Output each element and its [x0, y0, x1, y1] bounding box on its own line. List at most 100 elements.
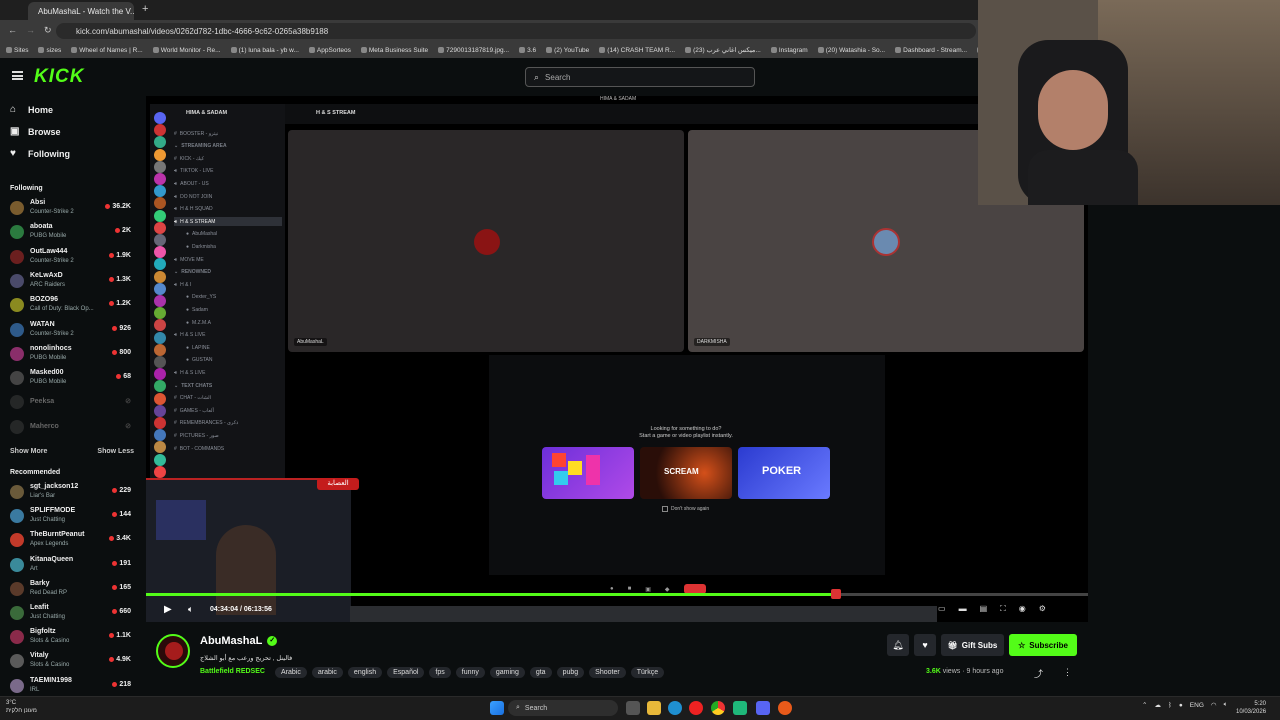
discord-channel-user[interactable]: ● Darkmisha — [174, 242, 282, 251]
recommended-channel[interactable]: SPLIFFMODE Just Chatting 144 — [10, 506, 134, 528]
url-field[interactable]: kick.com/abumashal/videos/0262d782-1dbc-… — [56, 23, 976, 39]
discord-channel-voice[interactable]: 🔊︎ ABOUT - US — [174, 179, 282, 188]
discord-channel-active[interactable]: 🔊︎ H & S STREAM — [174, 217, 282, 227]
activity-card-blocks[interactable] — [542, 447, 634, 499]
new-tab-button[interactable]: + — [142, 3, 148, 15]
streamer-name[interactable]: AbuMashaL ✓ — [200, 635, 278, 647]
following-channel[interactable]: OutLaw444 Counter-Strike 2 1.9K — [10, 247, 134, 269]
tag-pill[interactable]: fps — [429, 667, 451, 678]
recommended-channel[interactable]: Vitaly Slots & Casino 4.9K — [10, 651, 134, 673]
discord-icon[interactable] — [756, 701, 770, 715]
activity-icon[interactable]: ◆ — [665, 586, 670, 593]
weather-widget[interactable]: 3°C מעונן חלקית — [6, 699, 37, 715]
dont-show-checkbox[interactable]: Don't show again — [662, 506, 709, 512]
tag-pill[interactable]: funny — [455, 667, 485, 678]
tag-pill[interactable]: gta — [529, 667, 552, 678]
show-more-button[interactable]: Show More — [10, 448, 47, 455]
stream-category[interactable]: Battlefield REDSEC — [200, 668, 265, 675]
discord-channel-voice[interactable]: 🔊︎ H & H SQUAD — [174, 205, 282, 214]
recommended-channel[interactable]: Bigfoltz Slots & Casino 1.1K — [10, 627, 134, 649]
bookmark-item[interactable]: (14) CRASH TEAM R... — [599, 47, 675, 54]
follow-button[interactable]: ♥ — [914, 634, 936, 656]
search-input[interactable]: ⌕ Search — [525, 67, 755, 87]
video-tile-left[interactable]: AbuMashaL — [288, 130, 684, 352]
tag-pill[interactable]: Español — [387, 667, 425, 678]
activity-card-scream[interactable]: SCREAM — [640, 447, 732, 499]
volume-icon[interactable]: 🔈︎ — [1224, 701, 1228, 709]
subscribe-button[interactable]: ☆ Subscribe — [1009, 634, 1077, 656]
streamer-name-text[interactable]: AbuMashaL — [200, 635, 262, 647]
miniplayer-icon[interactable]: ▤ — [980, 604, 988, 614]
tag-pill[interactable]: Shooter — [589, 667, 626, 678]
theater-icon[interactable]: ▬ — [959, 604, 967, 614]
streamer-avatar[interactable] — [156, 634, 190, 668]
tag-pill[interactable]: english — [347, 667, 383, 678]
tag-pill[interactable]: arabic — [311, 667, 343, 678]
following-channel[interactable]: Maherco ⊘ — [10, 417, 134, 439]
clip-icon[interactable]: ▭ — [938, 604, 946, 614]
discord-channel-text[interactable]: # GAMES - ألعاب — [174, 406, 282, 415]
opera-icon[interactable] — [689, 701, 703, 715]
following-channel[interactable]: Absi Counter-Strike 2 36.2K — [10, 198, 134, 220]
tray-app-icon[interactable]: ● — [1179, 702, 1183, 709]
more-icon[interactable]: ⋮ — [1063, 667, 1072, 678]
gift-subs-button[interactable]: 🎁︎ Gift Subs — [941, 634, 1004, 656]
discord-channel-voice[interactable]: 🔊︎ H & S LIVE — [174, 331, 282, 340]
discord-channel-user[interactable]: ● GUSTAN — [174, 356, 282, 365]
notification-button[interactable]: 🔔︎ — [887, 634, 909, 656]
mic-icon[interactable]: ● — [610, 586, 614, 592]
discord-channel-voice[interactable]: 🔊︎ MOVE ME — [174, 255, 282, 264]
recommended-channel[interactable]: TheBurntPeanut Apex Legends 3.4K — [10, 530, 134, 552]
discord-channel-voice[interactable]: 🔊︎ TIKTOK - LIVE — [174, 167, 282, 176]
camera-icon[interactable]: ■ — [628, 586, 632, 592]
app-icon[interactable] — [733, 701, 747, 715]
wifi-icon[interactable]: ◠ — [1211, 701, 1217, 709]
bookmark-item[interactable]: Instagram — [770, 47, 808, 54]
discord-channel-text[interactable]: # CHAT - الشات — [174, 394, 282, 403]
task-view-icon[interactable] — [626, 701, 640, 715]
volume-icon[interactable]: 🔈︎ — [188, 604, 193, 615]
onedrive-icon[interactable]: ☁ — [1154, 701, 1161, 709]
play-icon[interactable]: ▶ — [164, 604, 172, 615]
recommended-channel[interactable]: Barky Red Dead RP 165 — [10, 579, 134, 601]
discord-channel-text[interactable]: # PICTURES - صور — [174, 431, 282, 440]
tag-pill[interactable]: Türkçe — [630, 667, 665, 678]
discord-channel-user[interactable]: ● Dexter_YS — [174, 293, 282, 302]
language-indicator[interactable]: ENG — [1190, 702, 1204, 709]
bookmark-item[interactable]: (2) YouTube — [546, 47, 589, 54]
bookmark-item[interactable]: (1) luna bala - yb w... — [230, 47, 299, 54]
bookmark-item[interactable]: 7290013187819.jpg... — [438, 47, 509, 54]
share-icon[interactable]: ⤴ — [1034, 667, 1043, 680]
bookmark-item[interactable]: 3.6 — [519, 47, 536, 54]
nav-item-home[interactable]: ⌂ Home — [10, 104, 53, 115]
settings-icon[interactable]: ⚙ — [1039, 604, 1046, 614]
discord-channel-user[interactable]: ● AbuMashal — [174, 230, 282, 239]
nav-item-following[interactable]: ♥ Following — [10, 148, 70, 159]
bluetooth-icon[interactable]: ᛒ — [1168, 702, 1172, 709]
discord-channel-voice[interactable]: 🔊︎ H & S LIVE — [174, 368, 282, 377]
recommended-channel[interactable]: KitanaQueen Art 191 — [10, 555, 134, 577]
discord-channel-user[interactable]: ● LAPINE — [174, 343, 282, 352]
following-channel[interactable]: Peeksa ⊘ — [10, 392, 134, 414]
share-icon[interactable]: ▣ — [645, 586, 651, 593]
tag-pill[interactable]: Arabic — [275, 667, 307, 678]
nav-item-browse[interactable]: ▣ Browse — [10, 126, 61, 137]
bookmark-item[interactable]: World Monitor - Re... — [152, 47, 221, 54]
fullscreen-icon[interactable]: ⛶ — [1000, 604, 1006, 614]
edge-icon[interactable] — [668, 701, 682, 715]
chrome-icon[interactable] — [711, 701, 725, 715]
chevron-up-icon[interactable]: ⌃ — [1142, 701, 1147, 709]
discord-channel-user[interactable]: ● Sadam — [174, 305, 282, 314]
show-less-button[interactable]: Show Less — [97, 448, 134, 455]
following-channel[interactable]: aboata PUBG Mobile 2K — [10, 222, 134, 244]
bookmark-item[interactable]: (20) Watashia - So... — [817, 47, 885, 54]
discord-channel-text[interactable]: # KICK - كيك — [174, 154, 282, 163]
following-channel[interactable]: nonolinhocs PUBG Mobile 800 — [10, 344, 134, 366]
clock[interactable]: 5:20 10/03/2026 — [1236, 700, 1266, 716]
bookmark-item[interactable]: Dashboard - Stream... — [895, 47, 967, 54]
discord-channel-text[interactable]: # REMEMBRANCES - ذكرى — [174, 419, 282, 428]
recommended-channel[interactable]: sgt_jackson12 Liar's Bar 229 — [10, 482, 134, 504]
following-channel[interactable]: KeLwAxD ARC Raiders 1.3K — [10, 271, 134, 293]
recommended-channel[interactable]: Leafit Just Chatting 660 — [10, 603, 134, 625]
discord-channel-voice[interactable]: 🔊︎ H & I — [174, 280, 282, 289]
